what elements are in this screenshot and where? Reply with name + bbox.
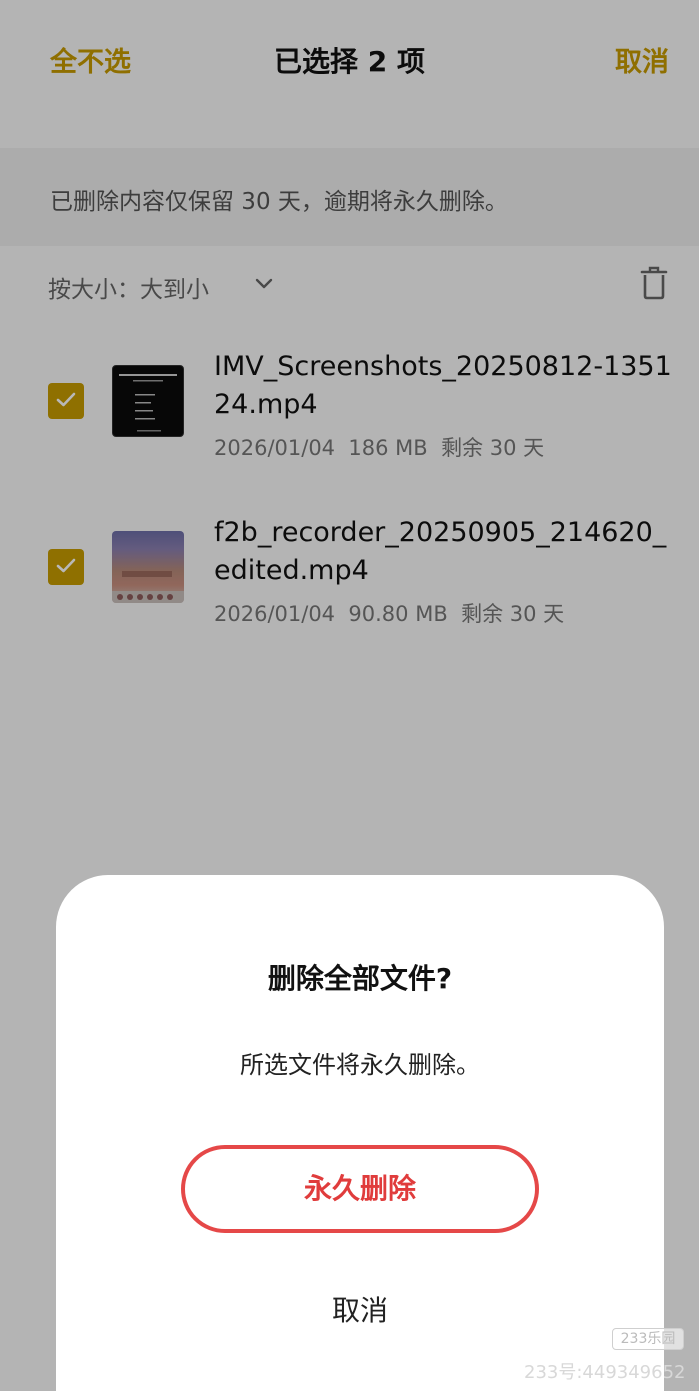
dialog-title: 删除全部文件? — [267, 962, 453, 995]
permanent-delete-button[interactable]: 永久删除 — [181, 1145, 539, 1233]
delete-confirm-dialog: 删除全部文件? 所选文件将永久删除。 永久删除 取消 — [56, 875, 664, 1391]
dialog-cancel-button[interactable]: 取消 — [260, 1279, 460, 1343]
watermark-id: 233号:449349652 — [524, 1362, 686, 1383]
watermark-logo: 233乐园 — [612, 1328, 684, 1350]
dialog-message: 所选文件将永久删除。 — [240, 1051, 480, 1079]
